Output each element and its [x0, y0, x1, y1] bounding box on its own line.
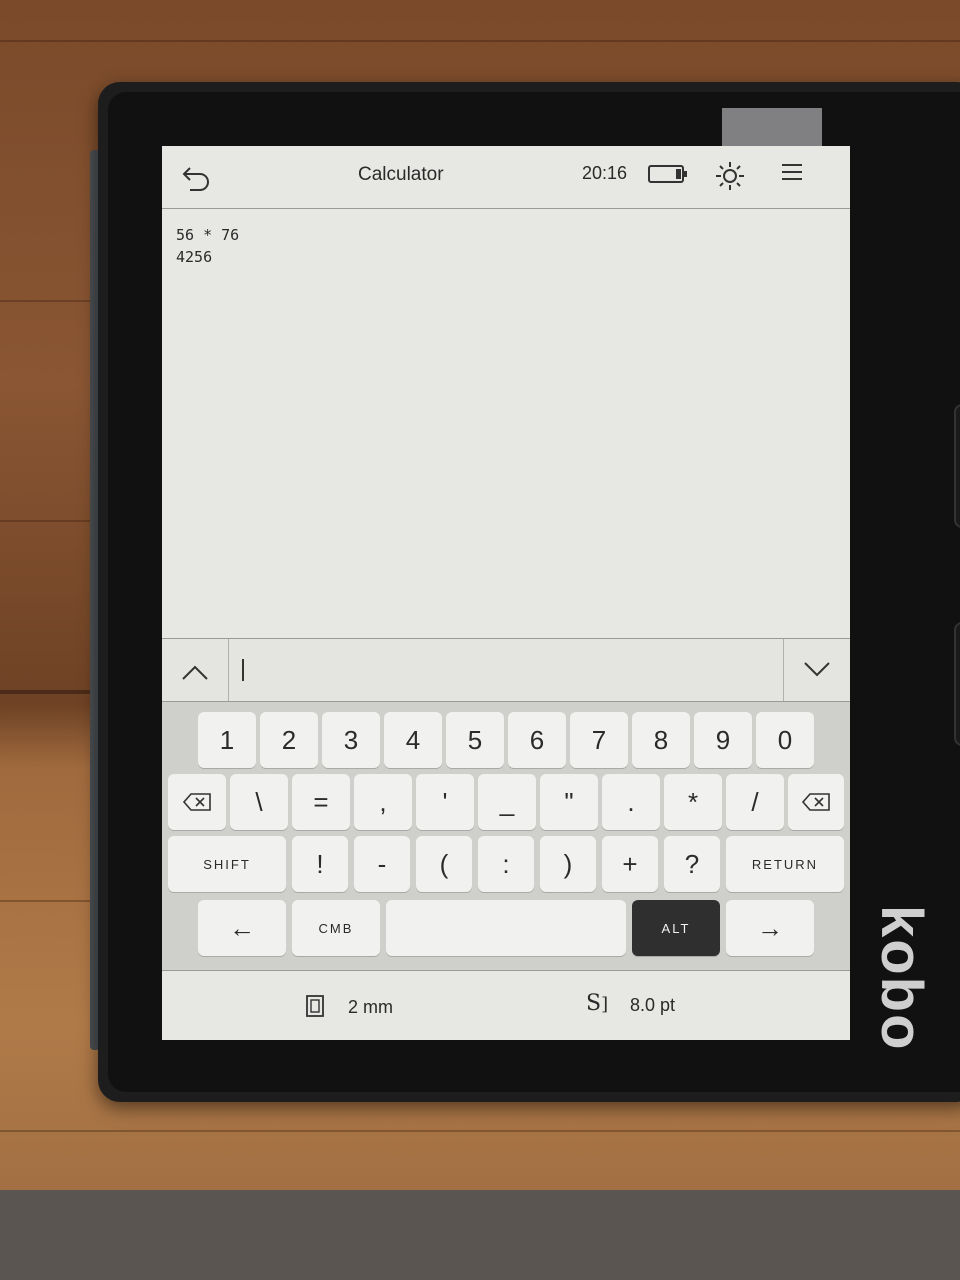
- key-backslash[interactable]: \: [230, 774, 288, 830]
- page-back-button[interactable]: [954, 622, 960, 746]
- key-9[interactable]: 9: [694, 712, 752, 768]
- cmb-key[interactable]: CMB: [292, 900, 380, 956]
- brand-logo: kobo: [869, 905, 934, 1052]
- chevron-up-icon: [182, 665, 208, 680]
- return-key[interactable]: RETURN: [726, 836, 844, 892]
- key-slash[interactable]: /: [726, 774, 784, 830]
- clock: 20:16: [582, 163, 628, 183]
- key-question[interactable]: ?: [664, 836, 720, 892]
- key-equals[interactable]: =: [292, 774, 350, 830]
- key-plus[interactable]: +: [602, 836, 658, 892]
- chevron-down-icon: [804, 662, 830, 677]
- text-caret: [242, 659, 244, 681]
- key-comma[interactable]: ,: [354, 774, 412, 830]
- cursor-left-key[interactable]: ←: [198, 900, 286, 956]
- backspace-key-right[interactable]: [788, 774, 844, 830]
- back-arrow-icon[interactable]: [180, 162, 212, 194]
- top-bar: Calculator 20:16: [162, 146, 850, 209]
- history-up-button[interactable]: [162, 639, 229, 701]
- page-forward-button[interactable]: [954, 404, 960, 528]
- backspace-key-left[interactable]: [168, 774, 226, 830]
- font-size-value[interactable]: 8.0 pt: [630, 995, 675, 1016]
- space-key[interactable]: [386, 900, 626, 956]
- key-2[interactable]: 2: [260, 712, 318, 768]
- key-apostrophe[interactable]: ': [416, 774, 474, 830]
- margin-value[interactable]: 2 mm: [348, 997, 393, 1018]
- key-period[interactable]: .: [602, 774, 660, 830]
- font-size-icon[interactable]: S]: [586, 991, 608, 1016]
- key-quote[interactable]: ": [540, 774, 598, 830]
- menu-icon[interactable]: [780, 160, 804, 184]
- key-8[interactable]: 8: [632, 712, 690, 768]
- backspace-icon: [182, 793, 211, 811]
- margin-icon[interactable]: [306, 995, 324, 1017]
- key-right-paren[interactable]: ): [540, 836, 596, 892]
- onscreen-keyboard: 1 2 3 4 5 6 7 8 9 0 \ = , ' _ " . * / SH…: [162, 702, 850, 970]
- bottom-settings-bar: 2 mm S] 8.0 pt: [162, 970, 850, 1040]
- key-left-paren[interactable]: (: [416, 836, 472, 892]
- frontlight-icon[interactable]: [714, 160, 746, 192]
- shift-key[interactable]: SHIFT: [168, 836, 286, 892]
- key-3[interactable]: 3: [322, 712, 380, 768]
- floor: [0, 1190, 960, 1280]
- page-title: Calculator: [358, 164, 444, 185]
- calculation-output: 56 * 76 4256: [176, 224, 239, 268]
- key-7[interactable]: 7: [570, 712, 628, 768]
- key-asterisk[interactable]: *: [664, 774, 722, 830]
- expression-input[interactable]: [234, 651, 764, 689]
- key-colon[interactable]: :: [478, 836, 534, 892]
- key-exclamation[interactable]: !: [292, 836, 348, 892]
- key-1[interactable]: 1: [198, 712, 256, 768]
- key-6[interactable]: 6: [508, 712, 566, 768]
- backspace-icon: [801, 793, 830, 811]
- result-line: 4256: [176, 248, 213, 266]
- alt-key[interactable]: ALT: [632, 900, 720, 956]
- key-minus[interactable]: -: [354, 836, 410, 892]
- key-4[interactable]: 4: [384, 712, 442, 768]
- expression-line: 56 * 76: [176, 226, 240, 244]
- battery-icon: [648, 165, 687, 183]
- key-5[interactable]: 5: [446, 712, 504, 768]
- screen: Calculator 20:16 56 * 76 4256 1 2 3 4 5 …: [162, 146, 850, 1040]
- key-underscore[interactable]: _: [478, 774, 536, 830]
- cursor-right-key[interactable]: →: [726, 900, 814, 956]
- input-bar: [162, 638, 850, 702]
- history-down-button[interactable]: [783, 639, 850, 701]
- key-0[interactable]: 0: [756, 712, 814, 768]
